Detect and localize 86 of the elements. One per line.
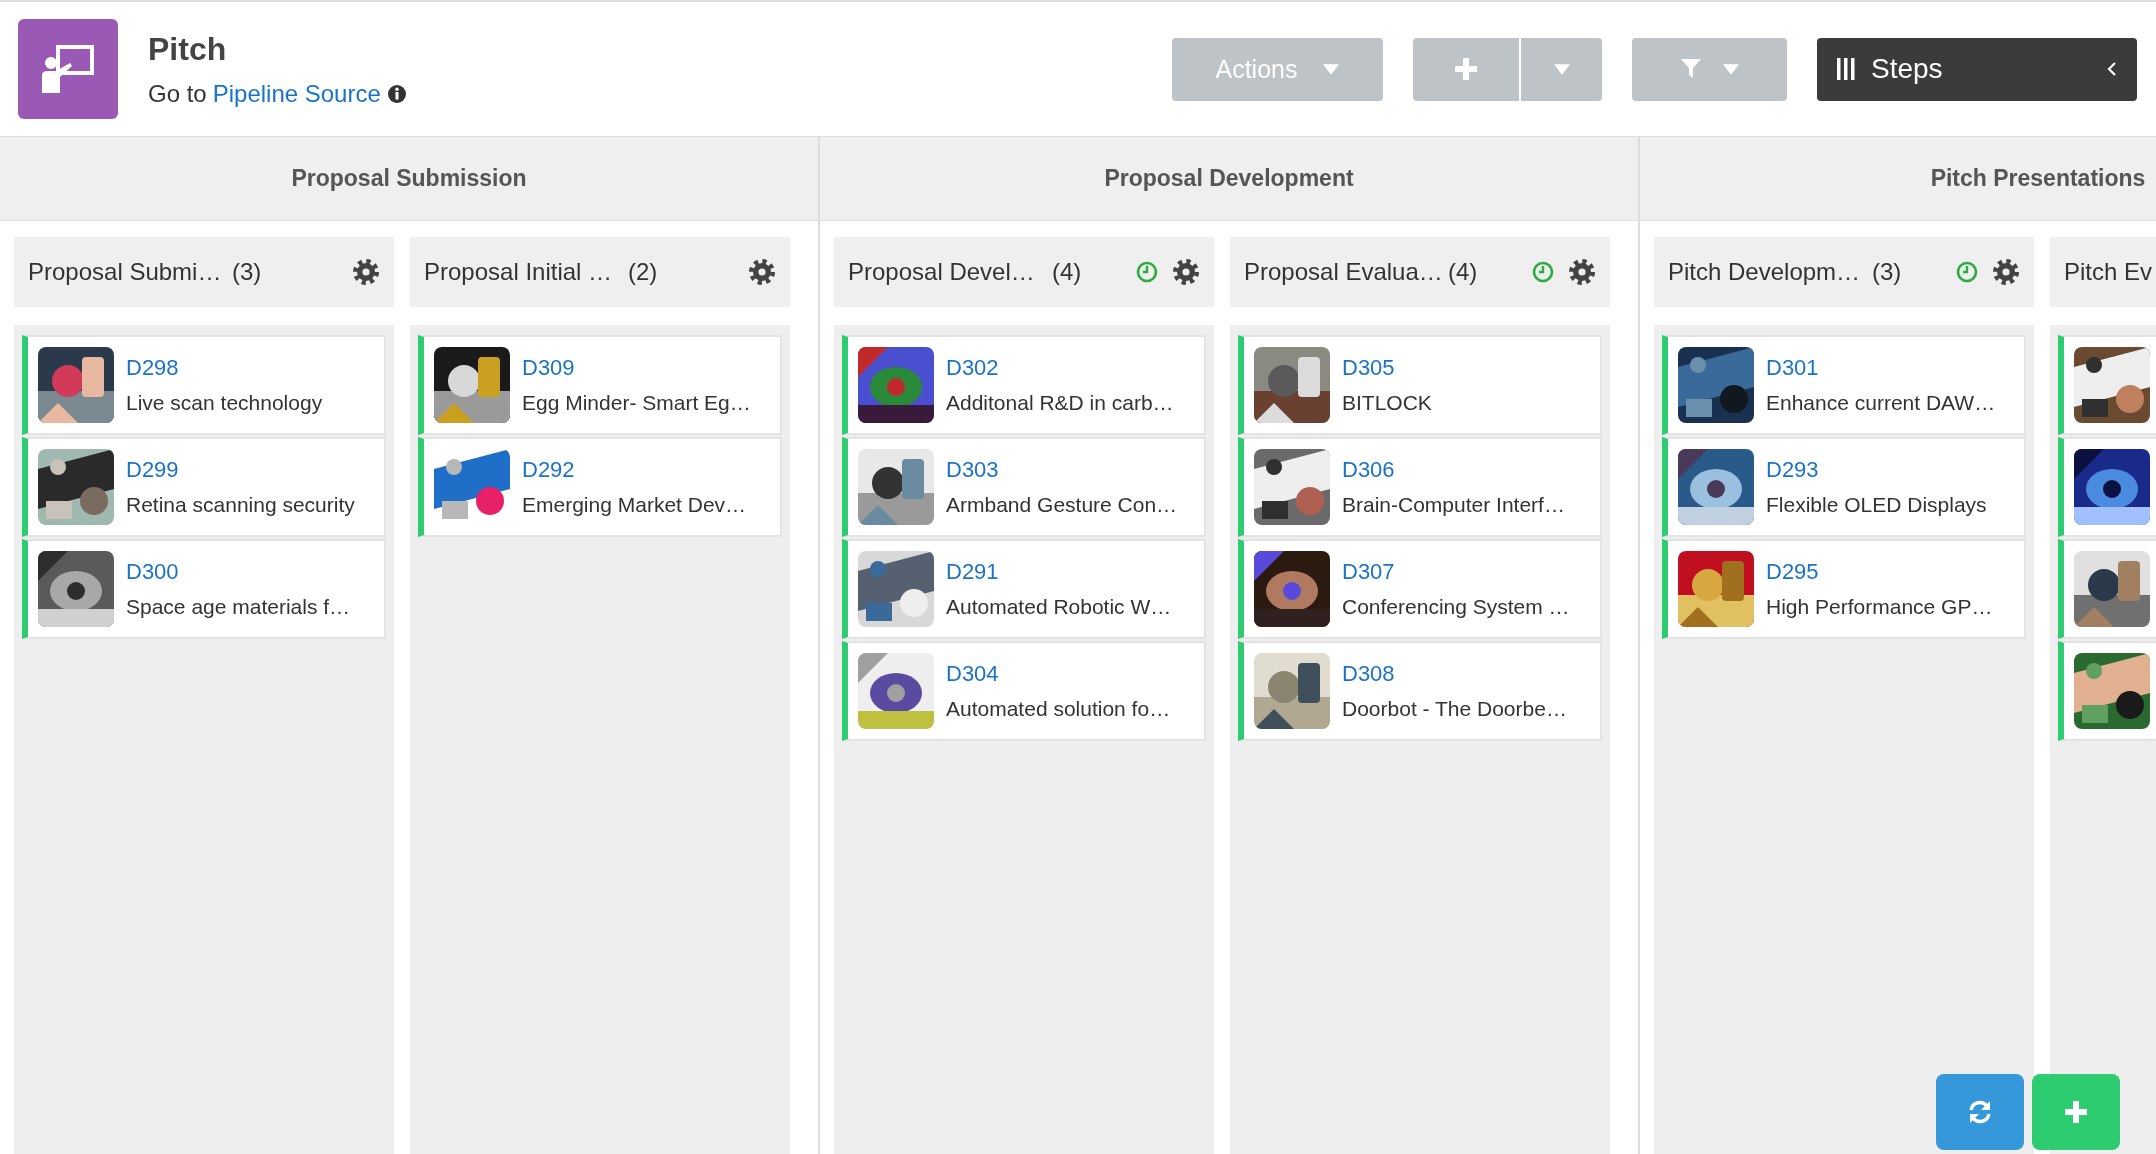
filter-icon — [1680, 59, 1701, 79]
presentation-logo-icon — [18, 19, 118, 119]
deal-title: Armband Gesture Con… — [946, 493, 1178, 517]
deal-card[interactable]: D308 Doorbot - The Doorbe… — [1238, 641, 1602, 741]
caret-icon — [1553, 63, 1570, 75]
deal-card[interactable]: D293 Flexible OLED Displays — [1662, 437, 2026, 537]
deal-title: Egg Minder- Smart Eg… — [522, 391, 751, 415]
deal-id-link[interactable]: D306 — [1342, 457, 1395, 483]
card-count: (2) — [628, 258, 658, 286]
lane-title: Proposal Initial … — [424, 258, 614, 286]
deal-id-link[interactable]: D298 — [126, 355, 179, 381]
deal-id-link[interactable]: D295 — [1766, 559, 1819, 585]
deal-title: Emerging Market Dev… — [522, 493, 747, 517]
goto-label: Go to — [148, 79, 207, 108]
deal-card[interactable]: D304 Automated solution fo… — [842, 641, 1206, 741]
deal-id-link[interactable]: D308 — [1342, 661, 1395, 687]
chevron-left-icon — [2107, 61, 2117, 77]
settings-icon[interactable] — [1992, 258, 2020, 286]
card-count: (4) — [1448, 258, 1478, 286]
plus-icon — [2065, 1101, 2087, 1123]
deal-title: Conferencing System … — [1342, 595, 1570, 619]
deal-title: Enhance current DAW… — [1766, 391, 1996, 415]
lane-title: Pitch Ev — [2064, 258, 2154, 286]
deal-card[interactable]: D306 Brain-Computer Interf… — [1238, 437, 1602, 537]
deal-id-link[interactable]: D305 — [1342, 355, 1395, 381]
pipeline-link[interactable]: Pipeline Source — [212, 79, 381, 108]
deal-title: Automated solution fo… — [946, 697, 1171, 721]
plus-icon — [1455, 58, 1477, 80]
refresh-icon — [1967, 1099, 1993, 1125]
deal-id-link[interactable]: D293 — [1766, 457, 1819, 483]
deal-id-link[interactable]: D309 — [522, 355, 575, 381]
settings-icon[interactable] — [1172, 258, 1200, 286]
deal-card[interactable]: D309 Egg Minder- Smart Eg… — [418, 335, 782, 435]
deal-card[interactable]: D299 Retina scanning security — [22, 437, 386, 537]
lane-title: Proposal Evalua… — [1244, 258, 1444, 286]
deal-card[interactable]: D292 Emerging Market Dev… — [418, 437, 782, 537]
deal-card[interactable]: D301 Enhance current DAW… — [1662, 335, 2026, 435]
stage-title: Pitch Presentations — [1930, 165, 2146, 192]
steps-button[interactable]: Steps — [1817, 37, 2137, 101]
deal-card[interactable]: D300 Space age materials f… — [22, 539, 386, 639]
page-title: Pitch — [148, 30, 228, 68]
clock-icon[interactable] — [1956, 261, 1978, 283]
deal-id-link[interactable]: D292 — [522, 457, 575, 483]
deal-id-link[interactable]: D291 — [946, 559, 999, 585]
settings-icon[interactable] — [748, 258, 776, 286]
lane-title: Proposal Submi… — [28, 258, 223, 286]
deal-title: Brain-Computer Interf… — [1342, 493, 1565, 517]
settings-icon[interactable] — [352, 258, 380, 286]
deal-title: BITLOCK — [1342, 391, 1432, 415]
deal-title: Automated Robotic W… — [946, 595, 1172, 619]
deal-id-link[interactable]: D304 — [946, 661, 999, 687]
deal-title: Additonal R&D in carb… — [946, 391, 1174, 415]
deal-id-link[interactable]: D300 — [126, 559, 179, 585]
columns-icon — [1837, 58, 1855, 80]
deal-id-link[interactable]: D303 — [946, 457, 999, 483]
settings-icon[interactable] — [1568, 258, 1596, 286]
clock-icon[interactable] — [1532, 261, 1554, 283]
info-icon[interactable] — [386, 83, 407, 104]
deal-title: High Performance GP… — [1766, 595, 1993, 619]
lane-title: Proposal Devel… — [848, 258, 1036, 286]
deal-title: Live scan technology — [126, 391, 323, 415]
deal-title: Doorbot - The Doorbe… — [1342, 697, 1567, 721]
deal-title: Flexible OLED Displays — [1766, 493, 1987, 517]
deal-id-link[interactable]: D299 — [126, 457, 179, 483]
deal-card[interactable]: D302 Additonal R&D in carb… — [842, 335, 1206, 435]
stage-title: Proposal Submission — [291, 165, 527, 192]
deal-id-link[interactable]: D302 — [946, 355, 999, 381]
card-count: (4) — [1052, 258, 1082, 286]
deal-card[interactable]: D298 Live scan technology — [22, 335, 386, 435]
stage-title: Proposal Development — [1104, 165, 1354, 192]
card-count: (3) — [1872, 258, 1902, 286]
deal-card[interactable]: D291 Automated Robotic W… — [842, 539, 1206, 639]
deal-title: Space age materials f… — [126, 595, 351, 619]
deal-title: Retina scanning security — [126, 493, 355, 517]
deal-card[interactable]: D305 BITLOCK — [1238, 335, 1602, 435]
clock-icon[interactable] — [1136, 261, 1158, 283]
deal-card[interactable]: D307 Conferencing System … — [1238, 539, 1602, 639]
caret-icon — [1323, 63, 1340, 75]
caret-icon — [1722, 63, 1739, 75]
deal-id-link[interactable]: D307 — [1342, 559, 1395, 585]
deal-id-link[interactable]: D301 — [1766, 355, 1819, 381]
lane-title: Pitch Developm… — [1668, 258, 1862, 286]
card-count: (3) — [232, 258, 262, 286]
deal-card[interactable]: D295 High Performance GP… — [1662, 539, 2026, 639]
refresh-button[interactable] — [1936, 1074, 2024, 1150]
deal-card[interactable]: D303 Armband Gesture Con… — [842, 437, 1206, 537]
